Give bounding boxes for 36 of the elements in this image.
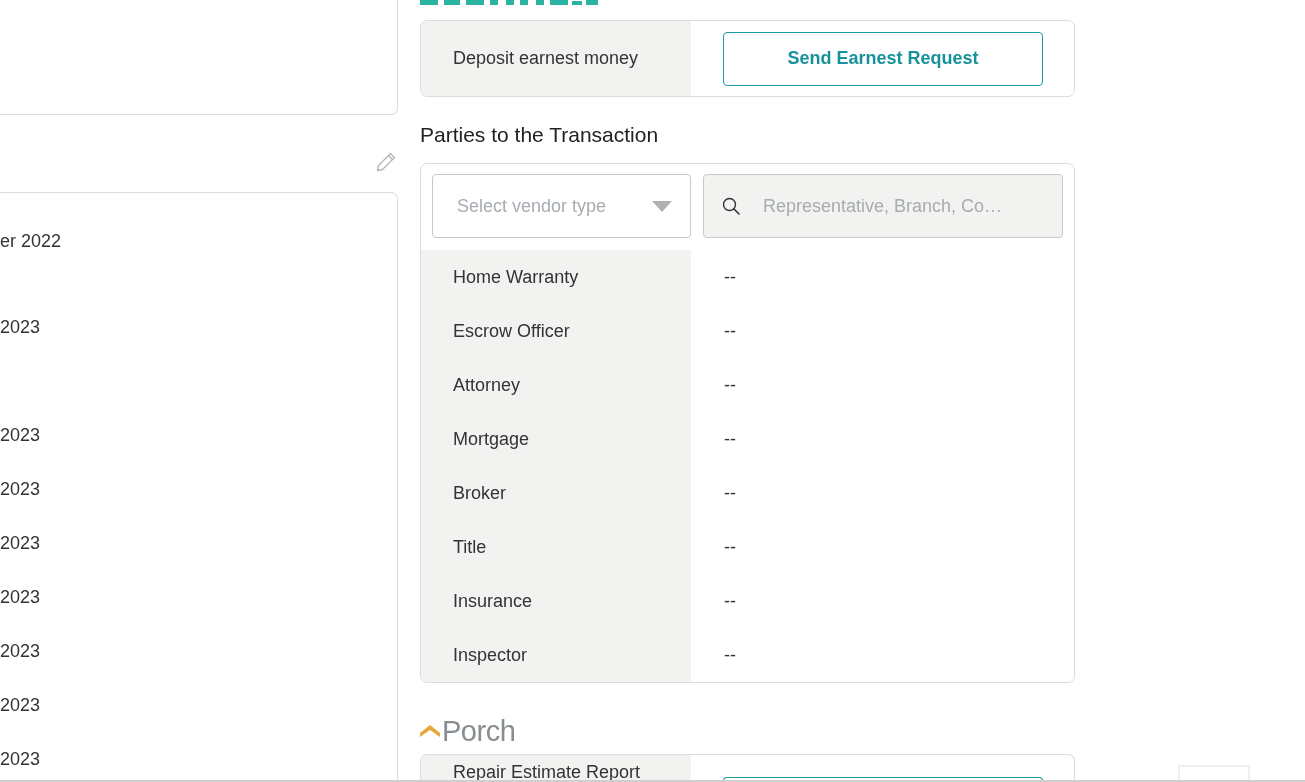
party-label: Home Warranty [453, 265, 579, 289]
party-label: Attorney [453, 373, 521, 397]
party-value: -- [724, 265, 736, 289]
party-value: -- [724, 427, 736, 451]
party-value: -- [724, 535, 736, 559]
section-heading: Parties to the Transaction [420, 122, 660, 148]
party-label: Mortgage [453, 427, 530, 451]
logo-text: Porch [442, 715, 516, 747]
date-text: 2023 [0, 749, 41, 769]
caret-icon [652, 200, 672, 212]
party-value: -- [724, 481, 736, 505]
party-value: -- [724, 643, 736, 667]
date-text: 2023 [0, 317, 41, 337]
party-label: Inspector [453, 643, 528, 667]
send-request-button[interactable]: Send Earnest Request [723, 31, 1043, 86]
party-label: Insurance [453, 589, 533, 613]
party-value: -- [724, 373, 736, 397]
party-label: Escrow Officer [453, 319, 570, 343]
party-label: Broker [453, 481, 506, 505]
date-text: 2023 [0, 695, 41, 715]
search-icon [722, 197, 740, 215]
search-field[interactable]: Representative, Branch, Co… [703, 174, 1063, 238]
row-label: Deposit earnest money [453, 47, 639, 70]
date-text: 2023 [0, 533, 41, 553]
row-label: Repair Estimate Report [453, 762, 641, 782]
party-label: Title [453, 535, 487, 559]
party-value: -- [724, 319, 736, 343]
date-text: 2023 [0, 425, 41, 445]
date-text: 2023 [0, 587, 41, 607]
party-value: -- [724, 589, 736, 613]
date-text: 2023 [0, 479, 41, 499]
date-text: er 2022 [0, 231, 62, 251]
chevron-icon [420, 724, 440, 738]
vendor-type-select[interactable]: Select vendor type [432, 174, 691, 238]
edit-icon[interactable] [376, 152, 396, 172]
date-text: 2023 [0, 641, 41, 661]
